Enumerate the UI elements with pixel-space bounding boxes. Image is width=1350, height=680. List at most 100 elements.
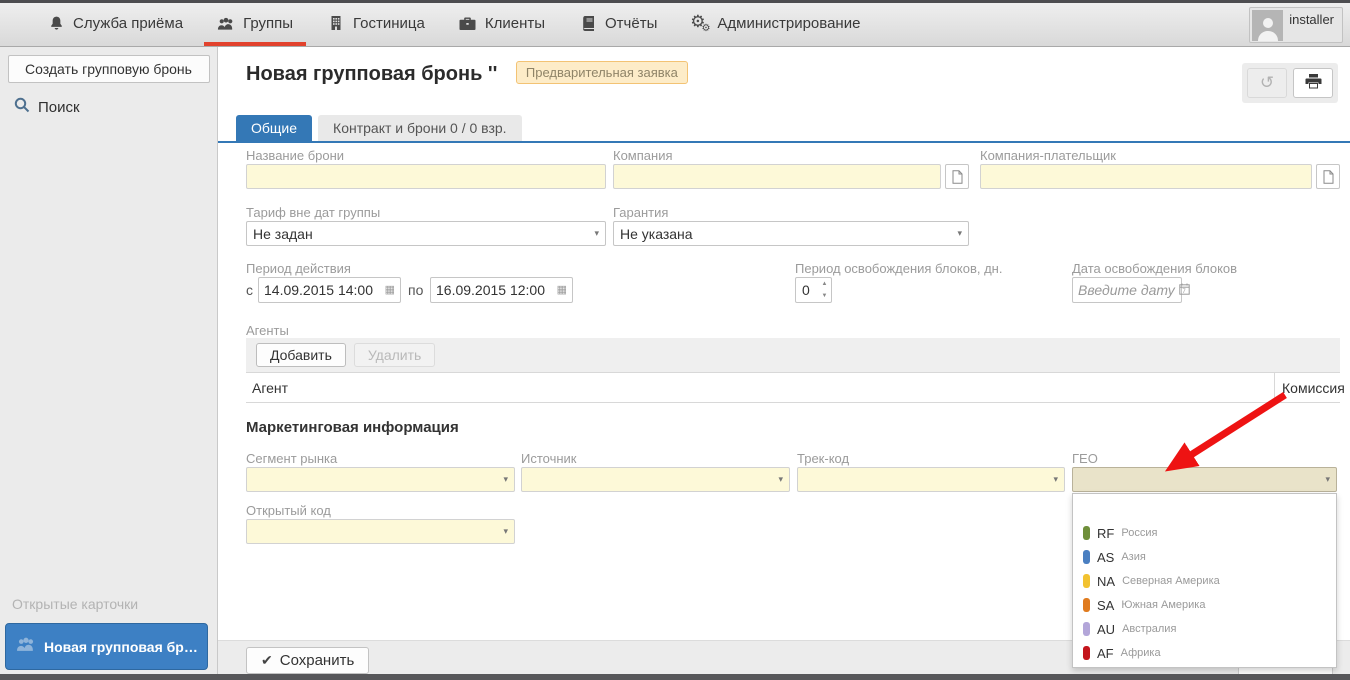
chevron-down-icon: ▾ — [1325, 474, 1330, 485]
header-actions: ↺ — [1242, 63, 1338, 103]
period-label: Период действия — [246, 261, 351, 276]
payer-company-lookup-button[interactable] — [1316, 164, 1340, 189]
sidebar: Создать групповую бронь Поиск Открытые к… — [0, 47, 218, 680]
chevron-down-icon: ▾ — [503, 526, 508, 537]
release-date-input[interactable]: Введите дату 7 — [1072, 277, 1182, 303]
company-input[interactable] — [613, 164, 941, 189]
geo-label: ГЕО — [1072, 451, 1098, 466]
nav-item-reports[interactable]: Отчёты — [562, 0, 674, 46]
open-code-label: Открытый код — [246, 503, 331, 518]
nav-item-clients[interactable]: Клиенты — [442, 0, 562, 46]
nav-item-label: Клиенты — [485, 15, 545, 32]
payer-company-label: Компания-плательщик — [980, 148, 1116, 163]
calendar-icon[interactable]: 7 — [1179, 283, 1190, 298]
file-icon — [1323, 170, 1334, 184]
release-period-stepper[interactable]: 0 ▲ ▼ — [795, 277, 832, 303]
agents-toolbar: Добавить Удалить — [246, 338, 1340, 372]
nav-item-hotel[interactable]: Гостиница — [310, 0, 442, 46]
tariff-label: Тариф вне дат группы — [246, 205, 380, 220]
window-frame-top — [0, 0, 1350, 3]
history-button[interactable]: ↺ — [1247, 68, 1287, 98]
track-code-select[interactable]: ▾ — [797, 467, 1065, 492]
period-to-input[interactable]: 16.09.2015 12:00 ▦ — [430, 277, 573, 303]
geo-select[interactable]: ▾ — [1072, 467, 1337, 492]
nav-item-label: Группы — [243, 15, 293, 32]
save-button[interactable]: ✔ Сохранить — [246, 647, 369, 674]
market-segment-label: Сегмент рынка — [246, 451, 337, 466]
chevron-down-icon: ▾ — [778, 474, 783, 485]
open-code-select[interactable]: ▾ — [246, 519, 515, 544]
open-card-title: Новая групповая брон... — [44, 639, 199, 655]
source-select[interactable]: ▾ — [521, 467, 790, 492]
color-pill — [1083, 526, 1090, 540]
booking-name-input[interactable] — [246, 164, 606, 189]
geo-option-sa[interactable]: SA Южная Америка — [1073, 593, 1336, 617]
tab-general[interactable]: Общие — [236, 115, 312, 141]
color-pill — [1083, 622, 1090, 636]
add-agent-button[interactable]: Добавить — [256, 343, 346, 367]
guarantee-label: Гарантия — [613, 205, 668, 220]
user-menu[interactable]: installer — [1249, 7, 1343, 43]
open-card-new-group-booking[interactable]: Новая групповая брон... — [5, 623, 208, 670]
market-segment-select[interactable]: ▾ — [246, 467, 515, 492]
avatar — [1252, 10, 1283, 41]
source-label: Источник — [521, 451, 577, 466]
print-icon — [1305, 73, 1322, 94]
nav-item-groups[interactable]: Группы — [200, 0, 310, 46]
geo-option-as[interactable]: AS Азия — [1073, 545, 1336, 569]
color-pill — [1083, 550, 1090, 564]
column-header-commission: Комиссия — [1274, 373, 1340, 402]
create-group-booking-button[interactable]: Создать групповую бронь — [8, 55, 210, 83]
users-icon — [16, 636, 36, 657]
guarantee-select[interactable]: Не указана ▾ — [613, 221, 969, 246]
print-button[interactable] — [1293, 68, 1333, 98]
period-from-input[interactable]: 14.09.2015 14:00 ▦ — [258, 277, 401, 303]
book-icon — [579, 15, 597, 31]
chevron-down-icon: ▾ — [503, 474, 508, 485]
geo-option-au[interactable]: AU Австралия — [1073, 617, 1336, 641]
briefcase-icon — [459, 15, 477, 31]
history-icon: ↺ — [1260, 73, 1274, 93]
geo-option-na[interactable]: NA Северная Америка — [1073, 569, 1336, 593]
release-date-label: Дата освобождения блоков — [1072, 261, 1237, 276]
tab-contract-bookings[interactable]: Контракт и брони 0 / 0 взр. — [318, 115, 522, 141]
search-icon — [14, 97, 30, 118]
nav-item-label: Служба приёма — [73, 15, 183, 32]
tariff-select[interactable]: Не задан ▾ — [246, 221, 606, 246]
chevron-down-icon: ▾ — [1053, 474, 1058, 485]
chevron-down-icon: ▾ — [594, 228, 599, 239]
delete-agent-button[interactable]: Удалить — [354, 343, 435, 367]
geo-option-af[interactable]: AF Африка — [1073, 641, 1336, 665]
stepper-down-icon[interactable]: ▼ — [818, 290, 831, 302]
page-title: Новая групповая бронь '' — [246, 63, 497, 85]
nav-item-label: Гостиница — [353, 15, 425, 32]
nav-item-front-desk[interactable]: Служба приёма — [30, 0, 200, 46]
search-label: Поиск — [38, 99, 80, 116]
company-lookup-button[interactable] — [945, 164, 969, 189]
payer-company-input[interactable] — [980, 164, 1312, 189]
marketing-section-title: Маркетинговая информация — [246, 419, 459, 436]
tab-bar: Общие Контракт и брони 0 / 0 взр. — [236, 115, 522, 141]
agents-label: Агенты — [246, 323, 289, 338]
nav-item-label: Отчёты — [605, 15, 657, 32]
nav-item-administration[interactable]: ⚙⚙ Администрирование — [674, 0, 877, 46]
color-pill — [1083, 598, 1090, 612]
nav-item-label: Администрирование — [717, 15, 860, 32]
grid-calendar-icon[interactable]: ▦ — [385, 285, 395, 296]
grid-calendar-icon[interactable]: ▦ — [557, 285, 567, 296]
stepper-up-icon[interactable]: ▲ — [818, 278, 831, 290]
main-content: Новая групповая бронь '' Предварительная… — [218, 47, 1350, 680]
sidebar-item-search[interactable]: Поиск — [14, 97, 217, 118]
file-icon — [952, 170, 963, 184]
color-pill — [1083, 574, 1090, 588]
bell-icon — [47, 15, 65, 31]
track-code-label: Трек-код — [797, 451, 849, 466]
top-navigation: Служба приёма Группы Гостиница Клиенты О… — [0, 0, 1350, 47]
check-icon: ✔ — [261, 652, 273, 669]
users-icon — [217, 15, 235, 31]
period-from-prefix: с — [246, 277, 253, 303]
geo-option-rf[interactable]: RF Россия — [1073, 521, 1336, 545]
agents-table-header: Агент Комиссия — [246, 372, 1340, 403]
user-name: installer — [1289, 10, 1340, 27]
geo-option-empty[interactable] — [1073, 494, 1336, 521]
